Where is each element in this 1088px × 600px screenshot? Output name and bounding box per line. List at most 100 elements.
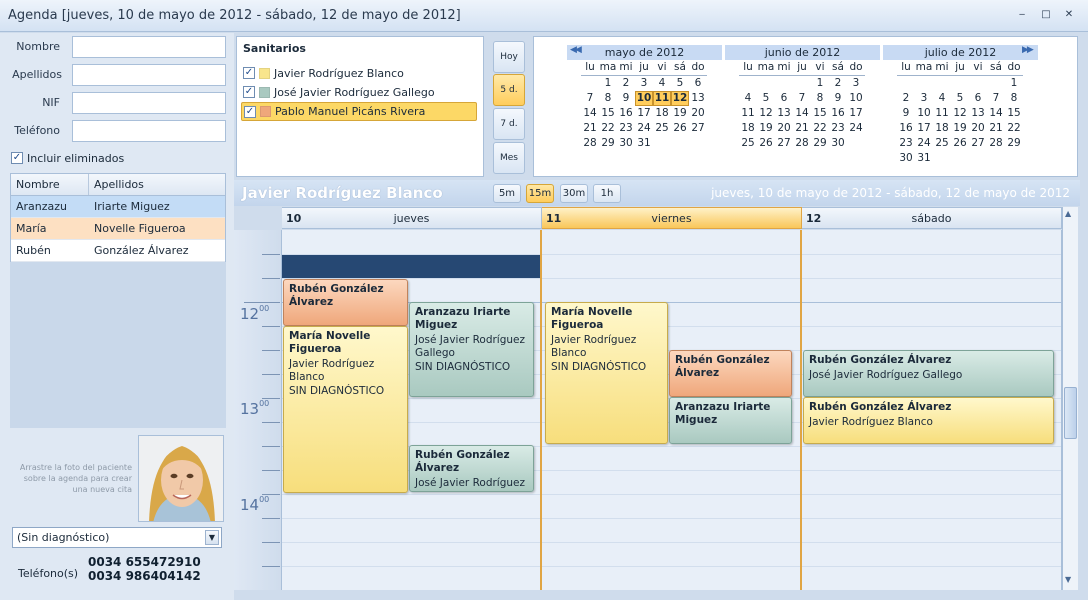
calendar-day[interactable]: 1 [811, 76, 829, 91]
calendar-day[interactable]: 7 [581, 91, 599, 106]
calendar-day[interactable]: 14 [987, 106, 1005, 121]
calendar-day[interactable]: 28 [581, 136, 599, 151]
calendar-day[interactable]: 16 [897, 121, 915, 136]
calendar-day[interactable]: 19 [671, 106, 689, 121]
calendar-day[interactable]: 25 [933, 136, 951, 151]
calendar-day[interactable]: 12 [757, 106, 775, 121]
calendar-day[interactable]: 13 [689, 91, 707, 106]
calendar-day[interactable]: 3 [635, 76, 653, 91]
table-row[interactable]: Aranzazu Iriarte Miguez [11, 196, 225, 218]
view-button[interactable]: Mes [493, 142, 525, 174]
calendar-day[interactable]: 6 [689, 76, 707, 91]
diagnosis-select[interactable]: (Sin diagnóstico) ▼ [12, 527, 222, 548]
appointment[interactable]: María Novelle Figueroa Javier Rodríguez B… [545, 302, 668, 444]
scrollbar-thumb[interactable] [1064, 387, 1077, 439]
scheduler-grid[interactable]: Rubén González Álvarez María Novelle Figu… [282, 230, 1062, 590]
calendar-day[interactable]: 17 [635, 106, 653, 121]
calendar-day[interactable]: 12 [951, 106, 969, 121]
calendar-day[interactable]: 26 [671, 121, 689, 136]
calendar-day[interactable]: 5 [951, 91, 969, 106]
calendar-day[interactable]: 11 [933, 106, 951, 121]
calendar-day[interactable]: 28 [793, 136, 811, 151]
calendar-day[interactable]: 30 [617, 136, 635, 151]
next-month-icon[interactable]: ▶▶ [1022, 45, 1034, 55]
calendar-day[interactable]: 31 [915, 151, 933, 166]
calendar-day[interactable]: 2 [897, 91, 915, 106]
minimize-button[interactable]: ‒ [1015, 9, 1029, 21]
day-header[interactable]: jueves 10 [282, 207, 542, 229]
view-button[interactable]: 7 d. [493, 108, 525, 140]
calendar-day[interactable]: 10 [915, 106, 933, 121]
calendar-day[interactable]: 17 [915, 121, 933, 136]
appointment[interactable]: Aranzazu Iriarte Miguez José Javier Rodrí… [409, 302, 534, 397]
calendar-day[interactable]: 30 [829, 136, 847, 151]
calendar-day[interactable]: 8 [811, 91, 829, 106]
calendar-day[interactable]: 24 [847, 121, 865, 136]
calendar-day[interactable]: 20 [689, 106, 707, 121]
calendar-day[interactable]: 31 [635, 136, 653, 151]
calendar-day[interactable]: 25 [653, 121, 671, 136]
calendar-day[interactable]: 7 [793, 91, 811, 106]
calendar-day[interactable]: 5 [671, 76, 689, 91]
calendar-day[interactable]: 4 [653, 76, 671, 91]
calendar-day[interactable]: 2 [617, 76, 635, 91]
calendar-day[interactable]: 17 [847, 106, 865, 121]
calendar-day[interactable]: 23 [897, 136, 915, 151]
sanitario-checkbox[interactable]: ✓ [244, 105, 256, 118]
appointment[interactable]: María Novelle Figueroa Javier Rodríguez B… [283, 326, 408, 493]
sanitario-item[interactable]: ✓ Javier Rodríguez Blanco [243, 64, 479, 82]
calendar-day[interactable]: 25 [739, 136, 757, 151]
calendar-day[interactable]: 9 [617, 91, 635, 106]
calendar-day[interactable]: 13 [775, 106, 793, 121]
calendar-day[interactable]: 5 [757, 91, 775, 106]
sanitario-item[interactable]: ✓ Pablo Manuel Picáns Rivera [241, 102, 477, 121]
calendar-day[interactable]: 22 [1005, 121, 1023, 136]
calendar-day[interactable]: 29 [1005, 136, 1023, 151]
include-deleted-checkbox[interactable]: ✓ Incluir eliminados [11, 151, 124, 165]
calendar-day[interactable]: 26 [951, 136, 969, 151]
calendar-day[interactable]: 16 [829, 106, 847, 121]
calendar-day[interactable]: 2 [829, 76, 847, 91]
calendar-day[interactable]: 4 [739, 91, 757, 106]
calendar-day[interactable]: 24 [915, 136, 933, 151]
appointment[interactable]: Rubén González Álvarez [669, 350, 792, 397]
calendar-day[interactable]: 21 [581, 121, 599, 136]
calendar-day[interactable]: 14 [793, 106, 811, 121]
calendar-day[interactable]: 15 [811, 106, 829, 121]
calendar-day[interactable]: 27 [689, 121, 707, 136]
calendar-day[interactable]: 18 [739, 121, 757, 136]
calendar-day[interactable]: 27 [969, 136, 987, 151]
calendar-day[interactable]: 28 [987, 136, 1005, 151]
calendar-day[interactable]: 1 [1005, 76, 1023, 91]
apellidos-input[interactable] [72, 64, 226, 86]
calendar-day[interactable]: 19 [757, 121, 775, 136]
sanitario-item[interactable]: ✓ José Javier Rodríguez Gallego [243, 83, 479, 101]
calendar-day[interactable]: 10 [635, 91, 653, 106]
appointment[interactable]: Rubén González Álvarez José Javier Rodríg… [409, 445, 534, 492]
calendar-day[interactable]: 23 [617, 121, 635, 136]
time-scale-button[interactable]: 15m [526, 184, 554, 203]
calendar-day[interactable]: 1 [599, 76, 617, 91]
scroll-up-icon[interactable]: ▲ [1065, 209, 1071, 218]
maximize-button[interactable]: □ [1039, 9, 1053, 21]
calendar-day[interactable]: 21 [987, 121, 1005, 136]
calendar-day[interactable]: 4 [933, 91, 951, 106]
nif-input[interactable] [72, 92, 226, 114]
calendar-day[interactable]: 22 [599, 121, 617, 136]
table-row[interactable]: María Novelle Figueroa [11, 218, 225, 240]
calendar-day[interactable]: 21 [793, 121, 811, 136]
calendar-day[interactable]: 13 [969, 106, 987, 121]
calendar-day[interactable]: 18 [653, 106, 671, 121]
sanitario-checkbox[interactable]: ✓ [243, 86, 255, 98]
dropdown-arrow-icon[interactable]: ▼ [205, 530, 219, 545]
calendar-day[interactable]: 23 [829, 121, 847, 136]
column-header-nombre[interactable]: Nombre [11, 174, 89, 195]
day-header[interactable]: sábado 12 [802, 207, 1062, 229]
patient-photo[interactable] [138, 435, 224, 522]
calendar-day[interactable]: 20 [775, 121, 793, 136]
calendar-day[interactable]: 22 [811, 121, 829, 136]
appointment[interactable]: Rubén González Álvarez [283, 279, 408, 326]
calendar-day[interactable]: 29 [599, 136, 617, 151]
calendar-day[interactable]: 3 [915, 91, 933, 106]
calendar-day[interactable]: 10 [847, 91, 865, 106]
